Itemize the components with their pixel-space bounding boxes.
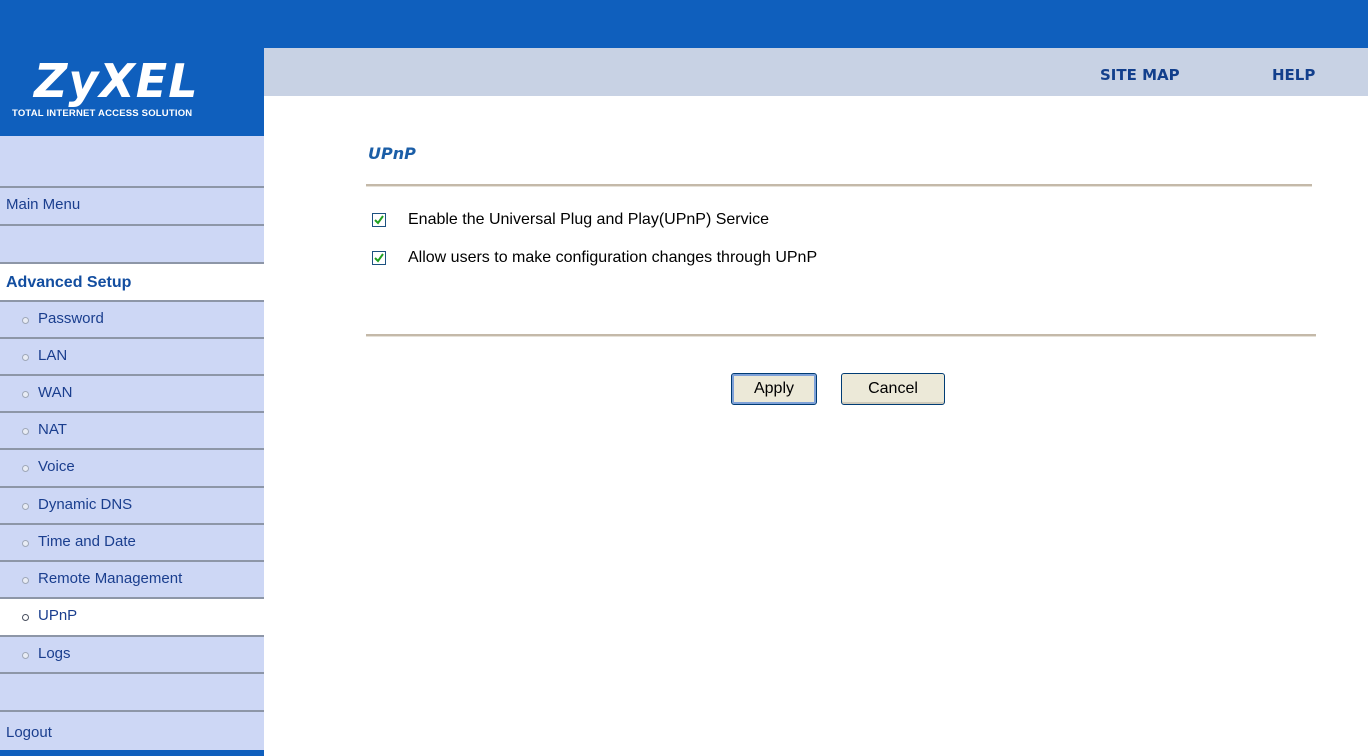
- radio-bullet-icon: [22, 652, 29, 659]
- sidebar-item-remote-management[interactable]: Remote Management: [0, 562, 264, 599]
- logo-text: ZyXEL: [34, 54, 199, 108]
- sidebar-item-nat[interactable]: NAT: [0, 413, 264, 450]
- sidebar-section-advanced-setup: Advanced Setup: [0, 264, 264, 302]
- radio-bullet-icon: [22, 503, 29, 510]
- sidebar-item-label: Password: [38, 310, 104, 327]
- cancel-button[interactable]: Cancel: [841, 373, 945, 405]
- apply-button[interactable]: Apply: [731, 373, 817, 405]
- radio-bullet-icon: [22, 391, 29, 398]
- sidebar-spacer-top: [0, 136, 264, 188]
- radio-bullet-icon: [22, 577, 29, 584]
- section-title: Advanced Setup: [6, 274, 132, 291]
- radio-bullet-icon: [22, 428, 29, 435]
- sidebar-item-label: Logout: [6, 724, 52, 741]
- sidebar-item-wan[interactable]: WAN: [0, 376, 264, 413]
- help-link[interactable]: HELP: [1272, 66, 1315, 84]
- sidebar-item-lan[interactable]: LAN: [0, 339, 264, 376]
- divider: [366, 184, 1312, 187]
- logo-tagline: TOTAL INTERNET ACCESS SOLUTION: [12, 108, 193, 119]
- sidebar-spacer-mid: [0, 226, 264, 264]
- sidebar-item-main-menu[interactable]: Main Menu: [0, 188, 264, 226]
- radio-bullet-icon: [22, 465, 29, 472]
- sidebar-item-upnp[interactable]: UPnP: [0, 599, 264, 637]
- sidebar-item-label: Voice: [38, 458, 75, 475]
- sidebar-spacer-bottom: [0, 674, 264, 712]
- sidebar-item-voice[interactable]: Voice: [0, 450, 264, 488]
- radio-bullet-icon: [22, 317, 29, 324]
- sidebar: Main Menu Advanced Setup Password LAN WA…: [0, 136, 264, 756]
- radio-bullet-icon: [22, 354, 29, 361]
- sidebar-bottom-band: [0, 750, 264, 756]
- radio-bullet-icon: [22, 614, 29, 621]
- sidebar-item-label: NAT: [38, 421, 67, 438]
- allow-config-checkbox[interactable]: [372, 251, 386, 265]
- sidebar-item-label: Dynamic DNS: [38, 496, 133, 513]
- header-bar: [264, 48, 1368, 96]
- sidebar-item-password[interactable]: Password: [0, 302, 264, 339]
- checkmark-icon: [374, 215, 384, 225]
- sidebar-item-label: LAN: [38, 347, 68, 364]
- option-label: Enable the Universal Plug and Play(UPnP)…: [408, 211, 770, 228]
- radio-bullet-icon: [22, 540, 29, 547]
- site-map-link[interactable]: SITE MAP: [1100, 66, 1180, 84]
- sidebar-item-time-and-date[interactable]: Time and Date: [0, 525, 264, 562]
- sidebar-item-logs[interactable]: Logs: [0, 637, 264, 674]
- sidebar-item-label: Time and Date: [38, 533, 136, 550]
- sidebar-item-label: Remote Management: [38, 570, 183, 587]
- enable-upnp-checkbox[interactable]: [372, 213, 386, 227]
- divider: [366, 334, 1316, 337]
- content-panel: [264, 96, 1368, 756]
- page-title: UPnP: [368, 144, 416, 163]
- sidebar-item-label: Logs: [38, 645, 71, 662]
- checkmark-icon: [374, 253, 384, 263]
- sidebar-item-dynamic-dns[interactable]: Dynamic DNS: [0, 488, 264, 525]
- option-label: Allow users to make configuration change…: [408, 249, 818, 266]
- sidebar-item-label: WAN: [38, 384, 73, 401]
- top-banner: [0, 0, 1368, 48]
- zyxel-logo: ZyXEL TOTAL INTERNET ACCESS SOLUTION: [0, 48, 264, 136]
- sidebar-item-label: Main Menu: [6, 196, 81, 213]
- sidebar-item-label: UPnP: [38, 607, 78, 624]
